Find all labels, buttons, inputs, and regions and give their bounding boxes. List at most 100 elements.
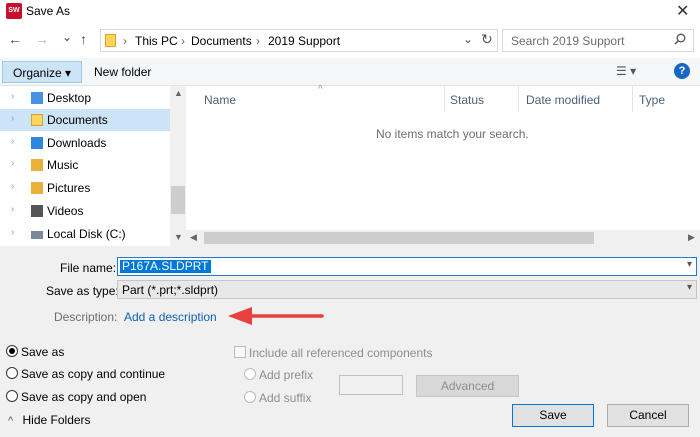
collapse-chevron-icon: ^ xyxy=(8,415,14,427)
column-header-type[interactable]: Type xyxy=(639,93,665,107)
advanced-button[interactable]: Advanced xyxy=(416,375,519,397)
file-list-header xyxy=(186,86,700,112)
videos-folder-icon xyxy=(31,205,43,217)
save-as-radio[interactable] xyxy=(6,345,18,357)
window-title: Save As xyxy=(26,4,71,18)
add-suffix-radio[interactable] xyxy=(244,391,256,403)
title-bar xyxy=(0,0,700,24)
save-as-type-value: Part (*.prt;*.sldprt) xyxy=(122,283,219,297)
nav-item-label: Documents xyxy=(47,113,108,127)
back-arrow-icon[interactable]: ← xyxy=(8,31,22,47)
nav-item-desktop[interactable]: › Desktop xyxy=(0,87,170,109)
pictures-folder-icon xyxy=(31,182,43,194)
include-referenced-label: Include all referenced components xyxy=(249,346,433,360)
nav-item-label: Downloads xyxy=(47,136,107,150)
expand-chevron-icon[interactable]: › xyxy=(11,181,14,192)
column-divider[interactable] xyxy=(444,86,445,112)
breadcrumb-documents[interactable]: Documents xyxy=(191,34,252,48)
hide-folders-button[interactable]: ^ Hide Folders xyxy=(8,413,91,427)
nav-scrollbar[interactable] xyxy=(170,86,186,246)
file-name-input[interactable]: P167A.SLDPRT ▾ xyxy=(117,257,697,276)
description-label: Description: xyxy=(54,310,118,324)
save-as-copy-continue-label: Save as copy and continue xyxy=(21,367,166,381)
add-prefix-radio[interactable] xyxy=(244,368,256,380)
file-name-value: P167A.SLDPRT xyxy=(120,259,211,273)
search-box[interactable]: Search 2019 Support xyxy=(502,29,694,52)
nav-item-videos[interactable]: › Videos xyxy=(0,200,170,222)
nav-scrollbar-thumb[interactable] xyxy=(171,186,185,214)
save-as-type-dropdown-icon[interactable]: ▾ xyxy=(687,282,692,293)
up-arrow-icon[interactable]: ↑ xyxy=(80,31,87,47)
folder-icon xyxy=(105,34,116,47)
help-icon[interactable]: ? xyxy=(674,63,690,79)
organize-label: Organize ▾ xyxy=(13,66,72,80)
breadcrumb-2019-support[interactable]: 2019 Support xyxy=(268,34,340,48)
scroll-right-icon[interactable]: ▶ xyxy=(688,232,695,243)
nav-item-label: Pictures xyxy=(47,181,91,195)
new-folder-button[interactable]: New folder xyxy=(94,65,151,79)
save-as-copy-open-radio[interactable] xyxy=(6,390,18,402)
prefix-suffix-input[interactable] xyxy=(339,375,403,395)
expand-chevron-icon[interactable]: › xyxy=(11,227,14,238)
expand-chevron-icon[interactable]: › xyxy=(11,113,14,124)
nav-item-music[interactable]: › Music xyxy=(0,154,170,176)
save-as-type-select[interactable]: Part (*.prt;*.sldprt) ▾ xyxy=(117,280,697,299)
sort-indicator-icon: ^ xyxy=(318,84,323,95)
breadcrumb-this-pc[interactable]: This PC xyxy=(135,34,178,48)
column-header-name[interactable]: Name xyxy=(204,93,236,107)
expand-chevron-icon[interactable]: › xyxy=(11,204,14,215)
nav-item-downloads[interactable]: › Downloads xyxy=(0,132,170,154)
column-header-date-modified[interactable]: Date modified xyxy=(526,93,600,107)
add-description-link[interactable]: Add a description xyxy=(124,310,217,324)
close-icon[interactable]: ✕ xyxy=(676,1,689,21)
music-folder-icon xyxy=(31,159,43,171)
add-prefix-label: Add prefix xyxy=(259,368,314,382)
organize-button[interactable]: Organize ▾ xyxy=(2,61,82,83)
column-header-status[interactable]: Status xyxy=(450,93,484,107)
column-divider[interactable] xyxy=(518,86,519,112)
save-as-copy-continue-radio[interactable] xyxy=(6,367,18,379)
address-bar[interactable]: › This PC › Documents › 2019 Support ⌄ ↻ xyxy=(100,29,498,52)
refresh-icon[interactable]: ↻ xyxy=(481,31,493,48)
expand-chevron-icon[interactable]: › xyxy=(11,136,14,147)
expand-chevron-icon[interactable]: › xyxy=(11,158,14,169)
horizontal-scrollbar-thumb[interactable] xyxy=(204,232,594,244)
nav-item-label: Videos xyxy=(47,204,84,218)
column-divider[interactable] xyxy=(632,86,633,112)
save-as-type-label: Save as type: xyxy=(46,284,119,298)
local-disk-icon xyxy=(31,231,43,239)
address-dropdown-icon[interactable]: ⌄ xyxy=(463,32,473,46)
nav-item-local-disk[interactable]: › Local Disk (C:) xyxy=(0,223,170,245)
nav-item-pictures[interactable]: › Pictures xyxy=(0,177,170,199)
navigation-pane: › Desktop › Documents › Downloads › Musi… xyxy=(0,86,186,246)
add-suffix-label: Add suffix xyxy=(259,391,312,405)
expand-chevron-icon[interactable]: › xyxy=(11,91,14,102)
scroll-left-icon[interactable]: ◀ xyxy=(190,232,197,243)
scroll-up-icon[interactable]: ▲ xyxy=(174,88,183,98)
scroll-down-icon[interactable]: ▼ xyxy=(174,232,183,242)
search-icon xyxy=(674,33,686,48)
app-icon: SW xyxy=(6,3,22,19)
nav-item-label: Desktop xyxy=(47,91,92,105)
nav-item-label: Music xyxy=(47,158,79,172)
breadcrumb-separator: › xyxy=(256,34,260,48)
annotation-arrow-icon xyxy=(228,307,324,325)
file-name-label: File name: xyxy=(60,261,117,275)
cancel-button[interactable]: Cancel xyxy=(607,404,689,427)
view-options-icon[interactable]: ☰ ▾ xyxy=(616,64,636,78)
empty-folder-message: No items match your search. xyxy=(376,127,529,141)
breadcrumb-separator: › xyxy=(123,34,127,48)
save-button[interactable]: Save xyxy=(512,404,594,427)
downloads-folder-icon xyxy=(31,137,43,149)
search-placeholder: Search 2019 Support xyxy=(511,34,625,48)
hide-folders-label: Hide Folders xyxy=(22,413,91,427)
include-referenced-checkbox[interactable] xyxy=(234,346,246,358)
nav-item-documents[interactable]: › Documents xyxy=(0,109,170,131)
documents-folder-icon xyxy=(31,114,43,126)
forward-arrow-icon[interactable]: → xyxy=(35,31,49,47)
recent-locations-icon[interactable]: ⌄ xyxy=(62,30,72,44)
breadcrumb-separator: › xyxy=(181,34,185,48)
save-as-option-label: Save as xyxy=(21,345,65,359)
file-name-dropdown-icon[interactable]: ▾ xyxy=(687,259,692,270)
desktop-folder-icon xyxy=(31,92,43,104)
